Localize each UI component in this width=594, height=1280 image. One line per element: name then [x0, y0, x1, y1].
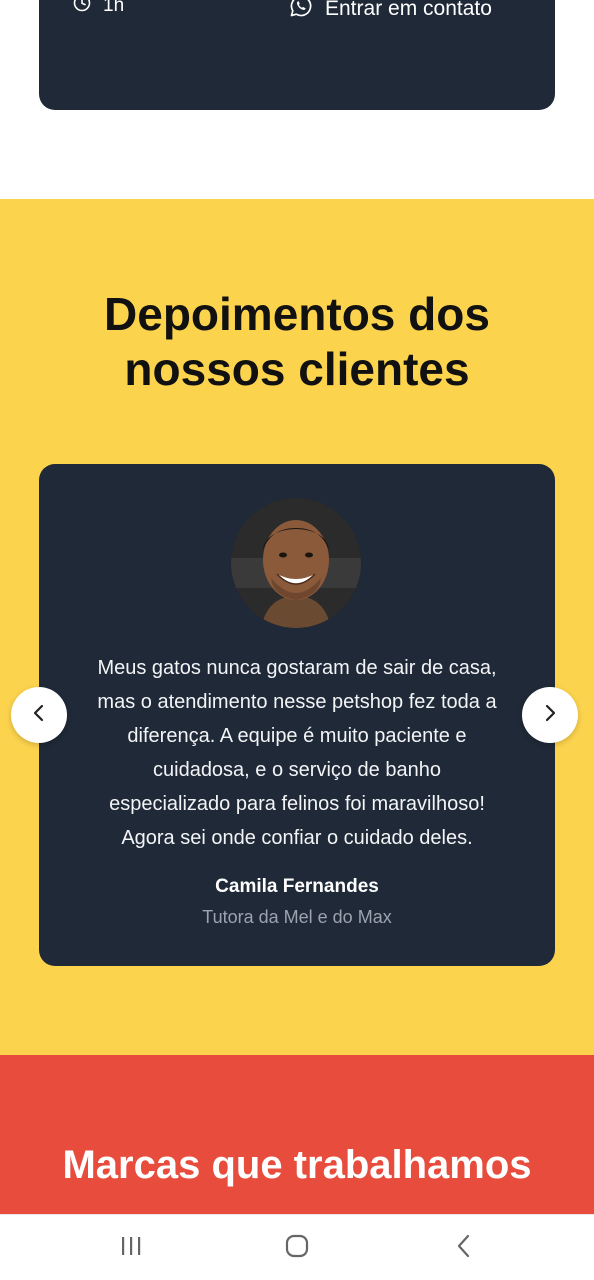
next-testimonial-button[interactable]	[522, 687, 578, 743]
quote-line: mas o atendimento nesse petshop fez toda…	[97, 691, 497, 713]
duration-text: 1h	[103, 0, 125, 16]
recent-apps-icon	[119, 1235, 143, 1262]
whatsapp-icon	[289, 0, 313, 24]
home-icon	[284, 1233, 310, 1264]
home-button[interactable]	[282, 1233, 312, 1263]
android-nav-bar	[0, 1214, 594, 1280]
chevron-right-icon	[542, 703, 558, 728]
quote-line: especializado para felinos foi maravilho…	[109, 793, 485, 815]
testimonial-card: Meus gatos nunca gostaram de sair de cas…	[39, 464, 555, 966]
back-icon	[454, 1233, 474, 1264]
author-name: Camila Fernandes	[215, 876, 379, 897]
recent-apps-button[interactable]	[116, 1233, 146, 1263]
clock-icon	[73, 0, 91, 18]
title-line-1: Depoimentos dos	[104, 288, 490, 340]
testimonials-title: Depoimentos dos nossos clientes	[0, 287, 594, 397]
quote-line: diferença. A equipe é muito paciente e	[127, 725, 467, 747]
brands-section: Marcas que trabalhamos	[0, 1055, 594, 1215]
duration-info: 1h	[73, 0, 124, 18]
brands-title: Marcas que trabalhamos	[62, 1143, 532, 1187]
quote-line: Meus gatos nunca gostaram de sair de cas…	[97, 657, 497, 679]
contact-link[interactable]: Entrar em contato	[289, 0, 492, 24]
service-meta-row: 1h Entrar em contato	[39, 0, 555, 22]
previous-testimonial-button[interactable]	[11, 687, 67, 743]
testimonial-quote: Meus gatos nunca gostaram de sair de cas…	[69, 651, 525, 855]
avatar	[231, 498, 361, 628]
author-role: Tutora da Mel e do Max	[202, 907, 392, 927]
back-button[interactable]	[449, 1233, 479, 1263]
contact-label: Entrar em contato	[325, 0, 492, 20]
title-line-2: nossos clientes	[124, 343, 470, 395]
testimonials-section: Depoimentos dos nossos clientes Meus gat…	[0, 199, 594, 1055]
quote-line: cuidadosa, e o serviço de banho	[153, 759, 441, 781]
quote-line: Agora sei onde confiar o cuidado deles.	[121, 827, 473, 849]
chevron-left-icon	[31, 703, 47, 728]
service-card: 1h Entrar em contato	[39, 0, 555, 110]
